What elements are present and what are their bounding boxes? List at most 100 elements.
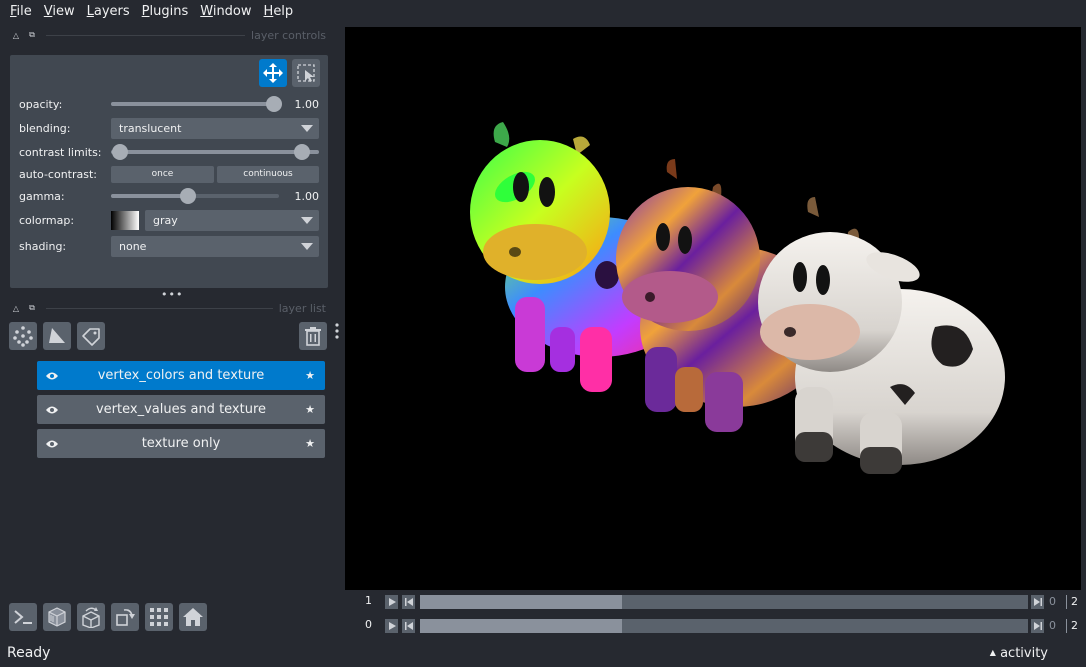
shading-select[interactable]: none bbox=[111, 235, 319, 257]
layer-item[interactable]: vertex_values and texture ★ bbox=[37, 395, 325, 424]
home-button[interactable] bbox=[179, 603, 207, 631]
step-forward-button[interactable] bbox=[1031, 595, 1044, 609]
dock-close-icon[interactable]: △ bbox=[8, 304, 24, 313]
colormap-select[interactable]: gray bbox=[145, 209, 319, 231]
step-back-button[interactable] bbox=[402, 595, 415, 609]
contrast-limits-row: contrast limits: bbox=[19, 142, 319, 162]
current-index[interactable]: 0 bbox=[1049, 619, 1056, 632]
play-icon bbox=[388, 622, 396, 630]
layer-controls-title: layer controls bbox=[251, 28, 326, 42]
contrast-limits-track bbox=[111, 150, 319, 154]
layer-controls-panel: opacity: 1.00 blending: translucent cont… bbox=[10, 55, 328, 288]
new-labels-layer-button[interactable] bbox=[77, 322, 105, 350]
opacity-slider-handle[interactable] bbox=[266, 96, 282, 112]
current-index[interactable]: 0 bbox=[1049, 595, 1056, 608]
more-options-icon[interactable] bbox=[333, 322, 341, 346]
layer-list-titlebar: △ ⧉ layer list bbox=[8, 300, 326, 316]
dims-slider-row: 0 0 2 bbox=[345, 617, 1086, 635]
menu-plugins-mnemonic: P bbox=[141, 4, 150, 19]
auto-contrast-once-button[interactable]: once bbox=[111, 165, 214, 183]
play-button[interactable] bbox=[385, 619, 398, 633]
dims-slider-handle[interactable] bbox=[420, 619, 622, 633]
dock-float-icon[interactable]: ⧉ bbox=[24, 30, 40, 40]
dims-slider[interactable] bbox=[420, 595, 1028, 609]
menu-file[interactable]: File bbox=[4, 0, 38, 24]
console-button[interactable] bbox=[9, 603, 37, 631]
viewer-canvas[interactable] bbox=[345, 27, 1081, 590]
menu-window-mnemonic: W bbox=[200, 4, 213, 19]
cow-texture-only bbox=[758, 197, 1005, 474]
auto-contrast-label: auto-contrast: bbox=[19, 167, 98, 181]
grid-view-button[interactable] bbox=[145, 603, 173, 631]
auto-contrast-continuous-button[interactable]: continuous bbox=[217, 165, 319, 183]
gamma-value: 1.00 bbox=[294, 189, 320, 203]
layer-list-title: layer list bbox=[278, 301, 326, 315]
opacity-value: 1.00 bbox=[294, 97, 320, 111]
menu-help-label: elp bbox=[273, 4, 294, 19]
axis-label[interactable]: 0 bbox=[365, 618, 372, 631]
blending-select[interactable]: translucent bbox=[111, 117, 319, 139]
visibility-toggle[interactable] bbox=[37, 371, 67, 381]
menu-window[interactable]: Window bbox=[194, 0, 257, 24]
gamma-slider-handle[interactable] bbox=[180, 188, 196, 204]
max-index: 2 bbox=[1071, 595, 1078, 608]
ndisplay-button[interactable] bbox=[43, 603, 71, 631]
play-icon bbox=[388, 598, 396, 606]
menu-bar: File View Layers Plugins Window Help bbox=[0, 0, 1086, 24]
dims-slider-handle[interactable] bbox=[420, 595, 622, 609]
opacity-slider[interactable] bbox=[111, 94, 282, 114]
menu-file-label: ile bbox=[16, 4, 32, 19]
menu-layers[interactable]: Layers bbox=[81, 0, 136, 24]
activity-button[interactable]: ▲ activity bbox=[990, 646, 1048, 661]
menu-plugins-label: lugins bbox=[149, 4, 189, 19]
menu-view-label: iew bbox=[52, 4, 75, 19]
opacity-slider-fill bbox=[111, 102, 279, 106]
rendered-cow-meshes bbox=[470, 122, 1005, 474]
skip-end-icon bbox=[1033, 598, 1042, 606]
step-forward-button[interactable] bbox=[1031, 619, 1044, 633]
menu-help[interactable]: Help bbox=[258, 0, 300, 24]
roll-dims-button[interactable] bbox=[77, 603, 105, 631]
opacity-label: opacity: bbox=[19, 97, 63, 111]
contrast-low-handle[interactable] bbox=[112, 144, 128, 160]
roll-cube-icon bbox=[82, 607, 100, 628]
visibility-toggle[interactable] bbox=[37, 439, 67, 449]
transform-button[interactable] bbox=[292, 59, 320, 87]
visibility-toggle[interactable] bbox=[37, 405, 67, 415]
transpose-icon bbox=[116, 609, 135, 626]
colormap-value: gray bbox=[153, 213, 178, 227]
transpose-button[interactable] bbox=[111, 603, 139, 631]
blending-row: blending: translucent bbox=[19, 117, 319, 139]
menu-plugins[interactable]: Plugins bbox=[136, 0, 195, 24]
opacity-row: opacity: 1.00 bbox=[19, 94, 319, 114]
layer-item[interactable]: vertex_colors and texture ★ bbox=[37, 361, 325, 390]
axis-label[interactable]: 1 bbox=[365, 594, 372, 607]
layer-item[interactable]: texture only ★ bbox=[37, 429, 325, 458]
step-back-button[interactable] bbox=[402, 619, 415, 633]
new-shapes-layer-button[interactable] bbox=[43, 322, 71, 350]
contrast-limits-slider[interactable] bbox=[111, 142, 319, 162]
layer-controls-titlebar: △ ⧉ layer controls bbox=[8, 27, 326, 43]
new-points-layer-button[interactable] bbox=[9, 322, 37, 350]
shading-value: none bbox=[119, 239, 147, 253]
dims-slider[interactable] bbox=[420, 619, 1028, 633]
pan-zoom-button[interactable] bbox=[259, 59, 287, 87]
dock-float-icon[interactable]: ⧉ bbox=[24, 303, 40, 313]
gamma-slider[interactable] bbox=[111, 186, 279, 206]
menu-view[interactable]: View bbox=[38, 0, 81, 24]
index-separator bbox=[1066, 595, 1067, 609]
delete-layer-button[interactable] bbox=[299, 322, 327, 350]
index-separator bbox=[1066, 619, 1067, 633]
menu-layers-label: ayers bbox=[93, 4, 130, 19]
terminal-icon bbox=[14, 610, 32, 624]
cube-3d-icon bbox=[48, 607, 66, 627]
chevron-down-icon bbox=[301, 242, 313, 250]
play-button[interactable] bbox=[385, 595, 398, 609]
dock-close-icon[interactable]: △ bbox=[8, 31, 24, 40]
contrast-limits-label: contrast limits: bbox=[19, 145, 102, 159]
gamma-label: gamma: bbox=[19, 189, 65, 203]
caret-up-icon: ▲ bbox=[989, 648, 996, 657]
shading-row: shading: none bbox=[19, 235, 319, 257]
auto-contrast-row: auto-contrast: once continuous bbox=[19, 164, 319, 184]
contrast-high-handle[interactable] bbox=[294, 144, 310, 160]
